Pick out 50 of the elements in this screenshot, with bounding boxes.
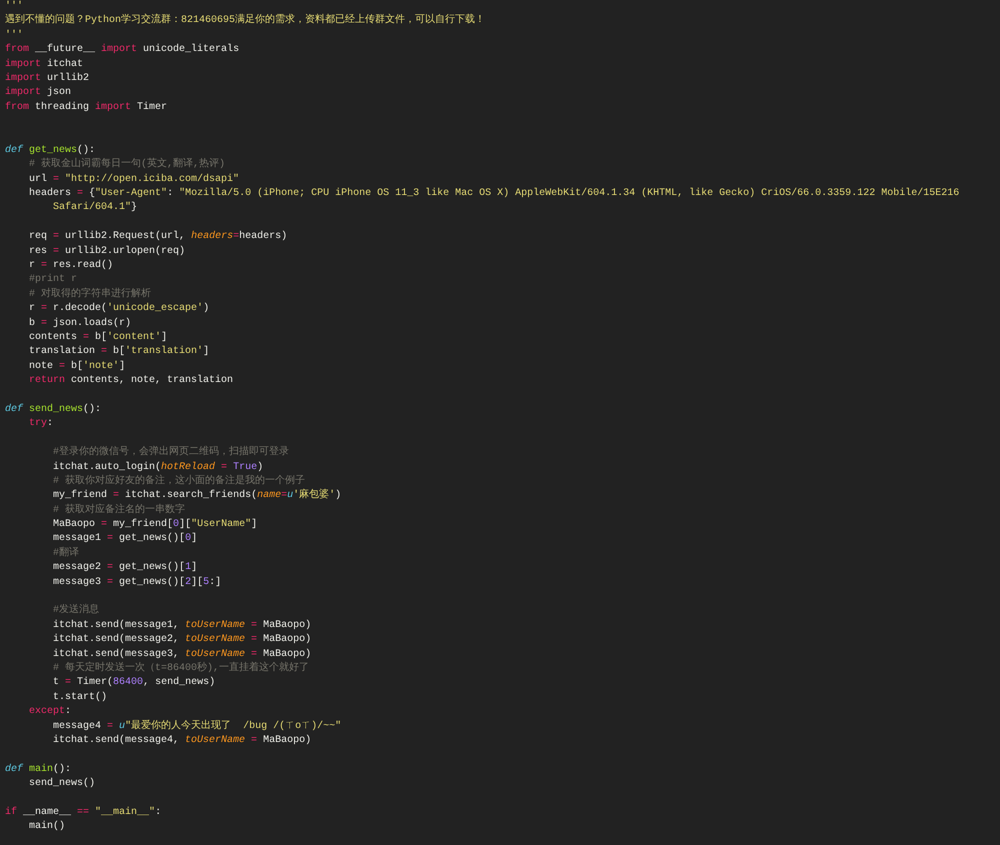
- code-line: req = urllib2.Request(url, headers=headers): [28, 230, 288, 244]
- code-line: message3 = get_news()[2][5:]: [52, 576, 222, 590]
- code-line: message1 = get_news()[0]: [52, 532, 198, 546]
- code-line: Safari/604.1"}: [52, 201, 138, 216]
- code-line: itchat.send(message4, toUserName = MaBaopo): [52, 734, 312, 748]
- code-line: def get_news():: [5, 144, 96, 158]
- code-line: from __future__ import unicode_literals: [5, 43, 240, 58]
- code-line: #发送消息: [52, 604, 100, 618]
- code-line: # 每天定时发送一次（t=86400秒),一直挂着这个就好了: [52, 662, 310, 676]
- code-line: headers = {"User-Agent": "Mozilla/5.0 (iPhone; CPU iPhone OS 11_3 like Mac OS X) AppleWebKit/604.1.34 (KHTML, like Gecko) CriOS/66.0.3359.122 Mobile/15E216: [28, 187, 960, 202]
- code-line: note = b['note']: [28, 360, 126, 374]
- code-line: main(): [28, 820, 66, 834]
- code-line: import urllib2: [5, 72, 90, 86]
- code-line: ''': [5, 0, 24, 14]
- code-line: try:: [28, 417, 54, 432]
- code-line: if __name__ == "__main__":: [5, 806, 162, 820]
- code-line: def main():: [5, 762, 72, 777]
- code-line: contents = b['content']: [28, 330, 168, 345]
- code-line: r = res.read(): [28, 259, 114, 274]
- code-line: #翻译: [52, 546, 80, 561]
- code-line: except:: [28, 705, 72, 720]
- code-line: itchat.send(message1, toUserName = MaBaopo): [52, 618, 312, 633]
- code-line: #登录你的微信号，会弹出网页二维码，扫描即可登录: [52, 446, 290, 460]
- code-line: r = r.decode('unicode_escape'): [28, 302, 210, 316]
- code-line: b = json.loads(r): [28, 316, 132, 331]
- code-line: send_news(): [28, 777, 96, 792]
- code-line: # 获取金山词霸每日一句(英文,翻译,热评): [28, 158, 226, 172]
- code-line: # 对取得的字符串进行解析: [28, 288, 152, 302]
- code-line: url = "http://open.iciba.com/dsapi": [28, 172, 240, 187]
- code-line: return contents, note, translation: [28, 374, 234, 388]
- code-line: 遇到不懂的问题？Python学习交流群：821460695满足你的需求，资料都已经上传群文件，可以自行下载！: [5, 14, 486, 28]
- code-line: #print r: [28, 273, 78, 288]
- code-line: MaBaopo = my_friend[0]["UserName"]: [52, 518, 258, 532]
- code-line: import json: [5, 86, 72, 100]
- code-line: translation = b['translation']: [28, 345, 210, 360]
- code-line: t = Timer(86400, send_news): [52, 676, 216, 690]
- code-line: ''': [5, 28, 24, 43]
- code-line: message4 = u"最爱你的人今天出现了 /bug /(ㄒoㄒ)/~~": [52, 720, 342, 734]
- code-line: from threading import Timer: [5, 100, 168, 115]
- code-line: # 获取对应备注名的一串数字: [52, 504, 186, 518]
- code-line: my_friend = itchat.search_friends(name=u'麻包婆'): [52, 489, 342, 504]
- code-line: message2 = get_news()[1]: [52, 561, 198, 576]
- code-line: import itchat: [5, 58, 84, 72]
- code-line: # 获取你对应好友的备注，这小面的备注是我的一个例子: [52, 474, 306, 488]
- code-line: res = urllib2.urlopen(req): [28, 244, 186, 259]
- code-line: itchat.auto_login(hotReload = True): [52, 460, 264, 474]
- code-line: t.start(): [52, 690, 108, 705]
- code-line: itchat.send(message2, toUserName = MaBaopo): [52, 633, 312, 648]
- code-line: itchat.send(message3, toUserName = MaBaopo): [52, 648, 312, 662]
- code-line: def send_news():: [5, 402, 102, 417]
